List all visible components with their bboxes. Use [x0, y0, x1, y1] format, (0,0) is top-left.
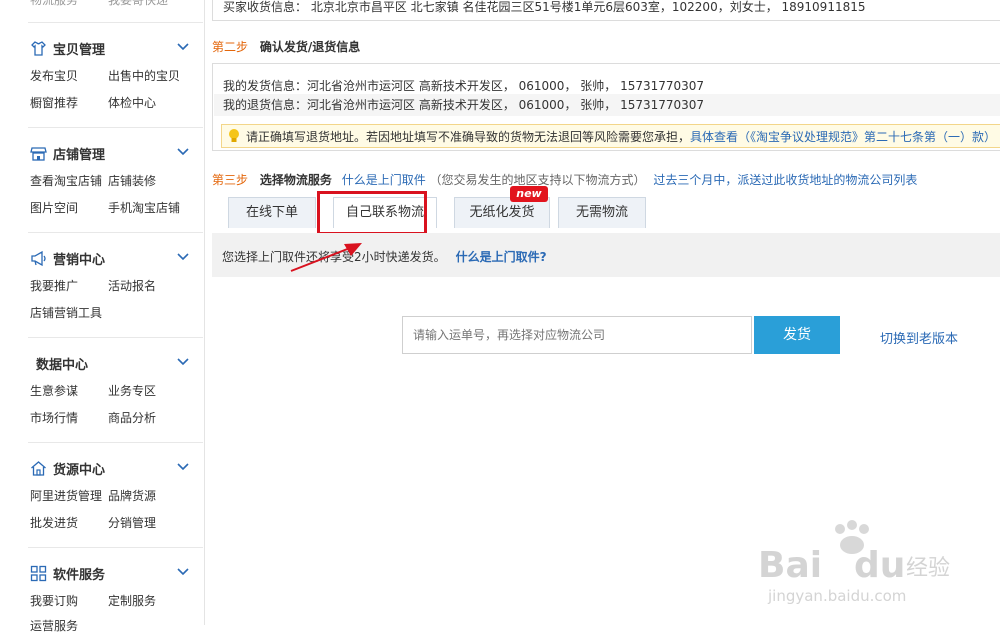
notice-bar: 请正确填写退货地址。若因地址填写不准确导致的货物无法退回等风险需要您承担，具体查… — [221, 124, 1000, 148]
sidebar-link[interactable]: 市场行情 — [30, 409, 78, 426]
step-2-header: 第二步 确认发货/退货信息 — [212, 38, 360, 55]
step-title: 选择物流服务 — [259, 173, 332, 187]
what-is-pickup-link[interactable]: 什么是上门取件 — [342, 173, 426, 187]
divider — [28, 232, 203, 233]
buyer-address: 买家收货信息： 北京北京市昌平区 北七家镇 名佳花园三区51号楼1单元6层603… — [223, 0, 866, 14]
svg-text:du: du — [854, 545, 905, 586]
notice-text: 请正确填写退货地址。若因地址填写不准确导致的货物无法退回等风险需要您承担，具体查… — [246, 128, 996, 145]
sender-info-box: 我的发货信息：河北省沧州市运河区 高新技术开发区， 061000， 张帅， 15… — [212, 63, 1000, 151]
svg-text:Bai: Bai — [758, 545, 822, 586]
sidebar-link[interactable]: 发布宝贝 — [30, 67, 78, 84]
return-address-info: 我的退货信息：河北省沧州市运河区 高新技术开发区， 061000， 张帅， 15… — [214, 94, 1000, 116]
chevron-down-icon[interactable] — [176, 250, 190, 264]
new-badge: new — [510, 186, 548, 202]
svg-text:经验: 经验 — [906, 556, 950, 581]
ship-button[interactable]: 发货 — [754, 316, 840, 354]
sidebar-section-header[interactable]: 货源中心 — [30, 458, 189, 478]
sidebar-section-title: 店铺管理 — [53, 147, 106, 163]
sidebar-section-header[interactable]: 软件服务 — [30, 563, 189, 583]
sidebar-link[interactable]: 出售中的宝贝 — [108, 67, 180, 84]
info-text: 您选择上门取件还将享受2小时快递发货。 什么是上门取件? — [222, 248, 547, 265]
step-number: 第三步 — [212, 173, 249, 187]
sidebar-section-title: 营销中心 — [53, 252, 106, 268]
dispute-rules-link[interactable]: 具体查看（《淘宝争议处理规范》第二十七条第（一）款） — [690, 130, 996, 144]
sidebar-link[interactable]: 手机淘宝店铺 — [108, 199, 180, 216]
divider — [28, 22, 203, 23]
sidebar-section-header[interactable]: 营销中心 — [30, 248, 189, 268]
sidebar-section-title: 数据中心 — [36, 357, 89, 373]
sidebar-link[interactable]: 我要订购 — [30, 592, 78, 609]
divider — [28, 442, 203, 443]
megaphone-icon — [30, 250, 47, 267]
divider — [28, 547, 203, 548]
sidebar-link[interactable]: 品牌货源 — [108, 487, 156, 504]
svg-text:jingyan.baidu.com: jingyan.baidu.com — [767, 587, 906, 605]
sidebar-section-header[interactable]: 店铺管理 — [30, 143, 189, 163]
lightbulb-icon — [227, 128, 241, 144]
shop-icon — [30, 145, 47, 162]
sidebar-link[interactable]: 店铺装修 — [108, 172, 156, 189]
sidebar-section-title: 宝贝管理 — [53, 42, 106, 58]
sidebar-link[interactable]: 生意参谋 — [30, 382, 78, 399]
step-3-header: 第三步 选择物流服务 什么是上门取件 （您交易发生的地区支持以下物流方式） 过去… — [212, 171, 917, 188]
chevron-down-icon[interactable] — [176, 460, 190, 474]
what-is-pickup-link[interactable]: 什么是上门取件? — [456, 250, 547, 264]
sidebar-link[interactable]: 运营服务 — [30, 617, 78, 634]
sidebar-link[interactable]: 橱窗推荐 — [30, 94, 78, 111]
step-title: 确认发货/退货信息 — [259, 40, 361, 54]
divider — [28, 127, 203, 128]
sidebar-link-partial[interactable]: 我要寄快递 — [108, 0, 168, 8]
ship-from-info: 我的发货信息：河北省沧州市运河区 高新技术开发区， 061000， 张帅， 15… — [223, 79, 705, 93]
notice-message: 请正确填写退货地址。若因地址填写不准确导致的货物无法退回等风险需要您承担， — [246, 130, 691, 144]
sidebar-section-title: 软件服务 — [53, 567, 106, 583]
tab-online-order[interactable]: 在线下单 — [228, 197, 316, 228]
baidu-watermark: Bai du 经验 jingyan.baidu.com — [758, 520, 950, 605]
chevron-down-icon[interactable] — [176, 145, 190, 159]
house-icon — [30, 460, 47, 477]
chevron-down-icon[interactable] — [176, 565, 190, 579]
buyer-address-box: 买家收货信息： 北京北京市昌平区 北七家镇 名佳花园三区51号楼1单元6层603… — [212, 0, 1000, 21]
tab-no-logistics[interactable]: 无需物流 — [558, 197, 646, 228]
sidebar-link[interactable]: 店铺营销工具 — [30, 304, 102, 321]
divider — [28, 337, 203, 338]
red-arrow-annotation — [290, 243, 362, 272]
tracking-number-input[interactable] — [402, 316, 752, 354]
sidebar-section-title: 货源中心 — [53, 462, 106, 478]
sidebar-link[interactable]: 阿里进货管理 — [30, 487, 102, 504]
switch-old-version-link[interactable]: 切换到老版本 — [880, 328, 958, 347]
step-number: 第二步 — [212, 40, 249, 54]
grid-icon — [30, 565, 47, 582]
sidebar-link[interactable]: 查看淘宝店铺 — [30, 172, 102, 189]
sidebar-link[interactable]: 活动报名 — [108, 277, 156, 294]
sidebar-link[interactable]: 我要推广 — [30, 277, 78, 294]
sidebar-link-partial[interactable]: 物流服务 — [30, 0, 78, 8]
sidebar-link[interactable]: 商品分析 — [108, 409, 156, 426]
chevron-down-icon[interactable] — [176, 40, 190, 54]
step-3-hint: （您交易发生的地区支持以下物流方式） — [429, 173, 646, 187]
sidebar-link[interactable]: 图片空间 — [30, 199, 78, 216]
sidebar-section-header[interactable]: 宝贝管理 — [30, 38, 189, 58]
sidebar-link[interactable]: 业务专区 — [108, 382, 156, 399]
shirt-icon — [30, 40, 47, 57]
sidebar-link[interactable]: 定制服务 — [108, 592, 156, 609]
history-carriers-link[interactable]: 过去三个月中，派送过此收货地址的物流公司列表 — [653, 173, 917, 187]
sidebar-link[interactable]: 分销管理 — [108, 514, 156, 531]
highlight-box — [317, 191, 427, 235]
sidebar-link[interactable]: 批发进货 — [30, 514, 78, 531]
sidebar-link[interactable]: 体检中心 — [108, 94, 156, 111]
chevron-down-icon[interactable] — [176, 355, 190, 369]
sidebar-section-header[interactable]: 数据中心 — [36, 353, 189, 373]
sidebar: 物流服务 我要寄快递 宝贝管理 发布宝贝 出售中的宝贝 橱窗推荐 体检中心 店铺… — [14, 0, 205, 633]
